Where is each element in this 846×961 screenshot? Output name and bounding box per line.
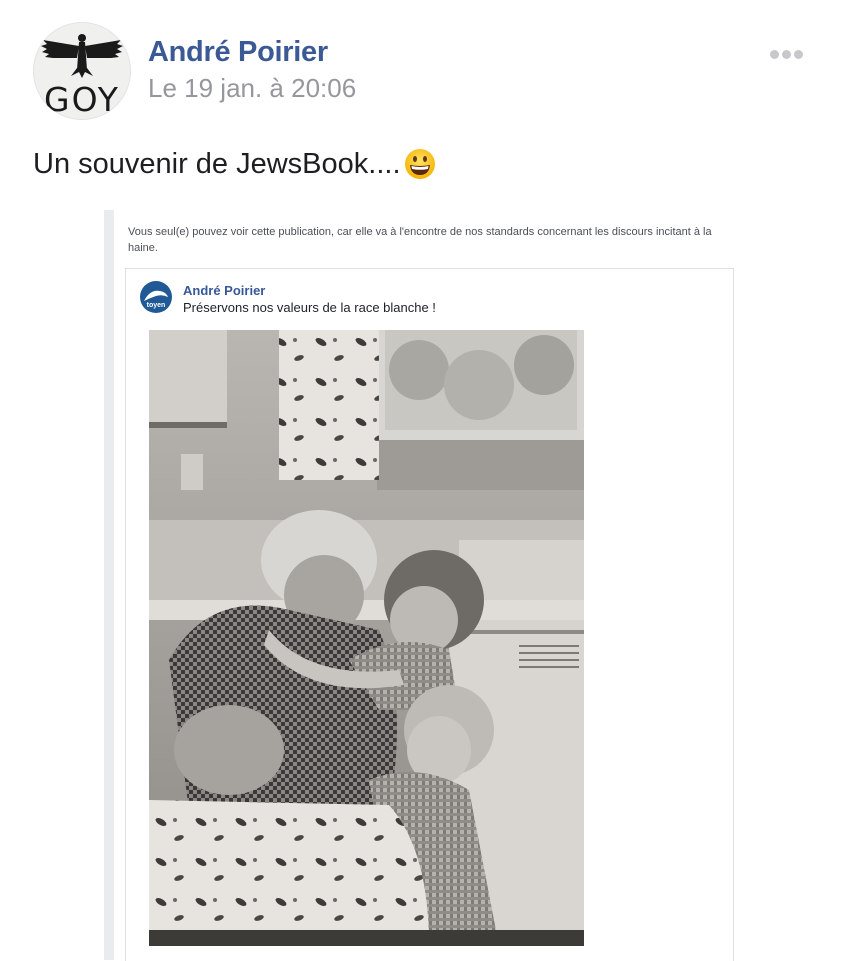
avatar[interactable]: GOY: [33, 22, 131, 120]
grinning-face-icon: [404, 149, 435, 179]
more-horizontal-icon: [770, 49, 779, 59]
embedded-avatar: toyen: [140, 281, 172, 313]
embedded-author-name: André Poirier: [183, 283, 266, 298]
post-photo: [149, 330, 584, 946]
embedded-avatar-label: toyen: [146, 302, 166, 309]
post-text: Un souvenir de JewsBook....: [33, 147, 401, 180]
embedded-screenshot: Vous seul(e) pouvez voir cette publicati…: [104, 210, 744, 961]
avatar-label: GOY: [44, 80, 120, 119]
post-timestamp[interactable]: Le 19 jan. à 20:06: [148, 73, 356, 104]
more-horizontal-icon: [782, 49, 791, 59]
embedded-post-text: Préservons nos valeurs de la race blanch…: [183, 300, 436, 315]
screenshot-border: [104, 210, 114, 960]
author-name[interactable]: André Poirier: [148, 36, 328, 69]
embedded-post-card: toyen André Poirier Préservons nos valeu…: [125, 268, 734, 961]
more-horizontal-icon: [794, 49, 803, 59]
moderation-notice: Vous seul(e) pouvez voir cette publicati…: [128, 226, 712, 254]
more-options-button[interactable]: [770, 44, 810, 64]
post-body: Un souvenir de JewsBook....: [33, 147, 437, 181]
